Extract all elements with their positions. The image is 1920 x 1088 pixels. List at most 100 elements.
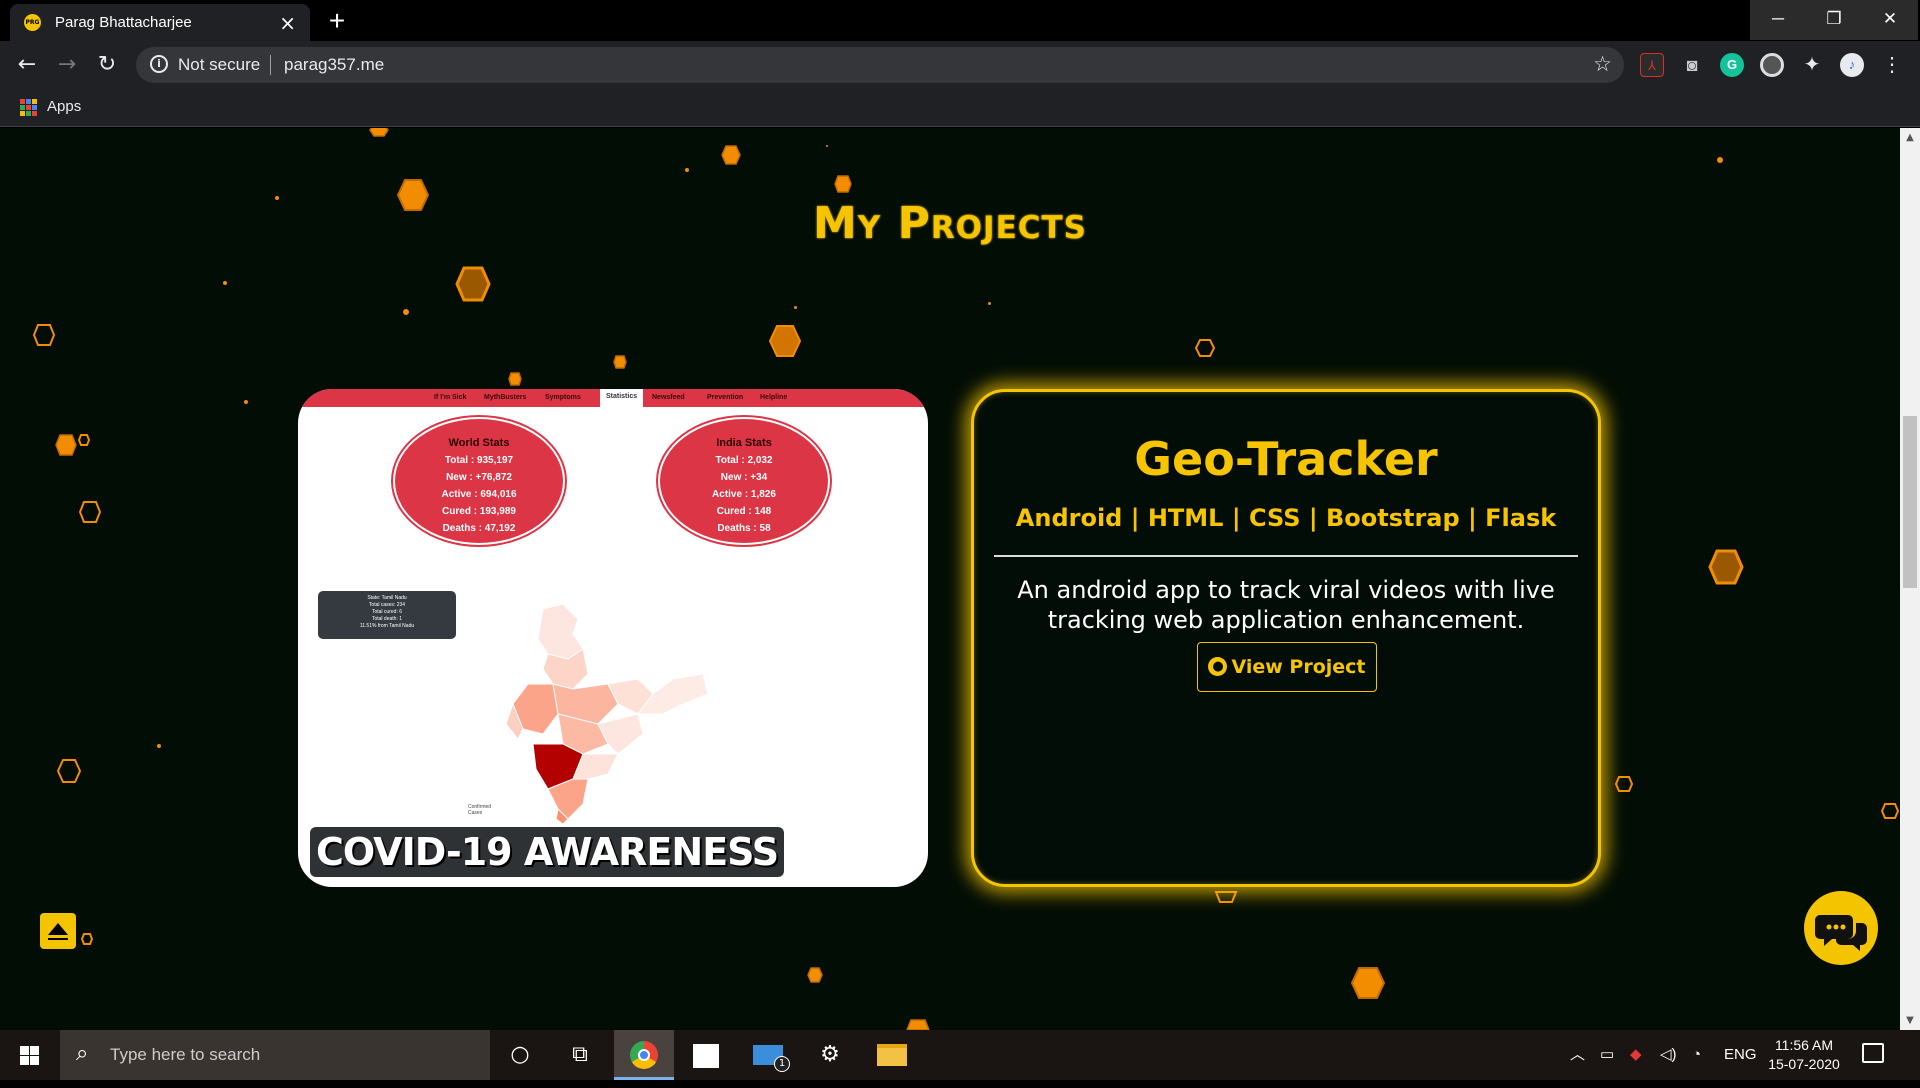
scrollbar-thumb[interactable] xyxy=(1903,416,1917,588)
window-minimize-button[interactable]: ─ xyxy=(1750,0,1806,40)
address-bar[interactable]: i Not secure parag357.me ☆ xyxy=(136,47,1624,83)
map-tooltip: State: Tamil Nadu Total cases: 234 Total… xyxy=(318,591,456,639)
tab-strip: PRG Parag Bhattacharjee × + ─ ❐ ✕ xyxy=(0,0,1920,41)
apps-bookmark[interactable]: Apps xyxy=(47,98,81,115)
hexagon-decoration xyxy=(807,967,823,983)
particle-dot xyxy=(988,302,991,305)
hexagon-outline-decoration xyxy=(1214,891,1238,903)
camera-extension-icon[interactable]: ◙ xyxy=(1680,53,1704,77)
site-info-icon[interactable]: i xyxy=(150,55,168,73)
hexagon-outline-decoration xyxy=(32,324,56,346)
particle-dot xyxy=(157,744,161,748)
scroll-up-arrow-icon[interactable]: ▲ xyxy=(1900,132,1920,143)
project-info-card: Geo-Tracker Android | HTML | CSS | Boots… xyxy=(971,389,1601,887)
pdf-extension-icon[interactable]: ⅄ xyxy=(1640,53,1664,77)
tab-close-icon[interactable]: × xyxy=(279,11,296,35)
section-title: My Projects xyxy=(813,198,1087,249)
screenshot-nav-link: If I'm Sick xyxy=(434,394,467,401)
particle-dot xyxy=(826,145,828,147)
hexagon-outline-decoration xyxy=(77,434,91,446)
project-image-card[interactable]: If I'm Sick MythBusters Symptoms Statistics… xyxy=(298,389,928,887)
reload-icon[interactable]: ↻ xyxy=(92,50,122,80)
chat-bubbles-icon xyxy=(1815,915,1867,951)
project-title: Geo-Tracker xyxy=(1134,432,1438,486)
wifi-icon[interactable]: ◔ xyxy=(1692,1030,1701,1080)
grammarly-extension-icon[interactable]: G xyxy=(1720,53,1744,77)
browser-tab[interactable]: PRG Parag Bhattacharjee × xyxy=(10,4,310,41)
card-divider xyxy=(994,555,1578,557)
window-restore-button[interactable]: ❐ xyxy=(1806,0,1862,40)
hexagon-decoration xyxy=(369,128,389,137)
security-label: Not secure xyxy=(178,55,261,74)
chat-button[interactable] xyxy=(1804,891,1878,965)
search-placeholder: Type here to search xyxy=(110,1045,261,1064)
record-extension-icon[interactable] xyxy=(1760,53,1784,77)
cortana-icon[interactable]: ○ xyxy=(490,1030,550,1080)
hexagon-outline-decoration xyxy=(1880,803,1900,819)
back-icon[interactable]: ← xyxy=(12,50,42,80)
page-viewport: My Projects If I'm Sick MythBusters Sympto… xyxy=(0,128,1900,1030)
volume-icon[interactable]: ◁) xyxy=(1660,1030,1677,1080)
screenshot-nav-link: Statistics xyxy=(600,389,644,407)
menu-dots-icon[interactable]: ⋮ xyxy=(1880,53,1904,77)
hexagon-decoration xyxy=(721,145,741,165)
scroll-down-arrow-icon[interactable]: ▼ xyxy=(1900,1015,1920,1026)
scroll-to-top-button[interactable] xyxy=(40,913,76,949)
india-stat-line: Total : 2,032 xyxy=(715,455,773,466)
india-stat-line: New : +34 xyxy=(720,472,768,483)
new-tab-button[interactable]: + xyxy=(320,4,354,38)
hexagon-decoration xyxy=(906,1019,930,1030)
github-icon: ● xyxy=(1208,656,1228,676)
mail-taskbar-icon[interactable]: 1 xyxy=(738,1030,798,1080)
hexagon-outline-decoration xyxy=(56,759,82,783)
file-explorer-taskbar-icon[interactable] xyxy=(862,1030,922,1080)
screenshot-navbar: If I'm Sick MythBusters Symptoms Statistics… xyxy=(298,389,928,407)
screenshot-nav-link: Prevention xyxy=(707,394,744,401)
project-description: An android app to track viral videos wit… xyxy=(1017,576,1555,634)
notifications-icon[interactable] xyxy=(1862,1043,1884,1063)
world-stat-line: Deaths : 47,192 xyxy=(442,523,516,534)
battery-icon[interactable]: ▭ xyxy=(1600,1030,1614,1080)
india-stats-heading: India Stats xyxy=(716,437,772,449)
project-tech-stack: Android | HTML | CSS | Bootstrap | Flask xyxy=(1015,504,1557,532)
hexagon-decoration xyxy=(455,266,491,302)
forward-icon[interactable]: → xyxy=(52,50,82,80)
extensions-puzzle-icon[interactable]: ✦ xyxy=(1800,53,1824,77)
window-close-button[interactable]: ✕ xyxy=(1862,0,1918,40)
taskbar-clock[interactable]: 11:56 AM 15-07-2020 xyxy=(1764,1036,1844,1074)
tooltip-line: 11.51% from Tamil Nadu xyxy=(359,623,415,629)
tray-chevron-icon[interactable]: ︿ xyxy=(1570,1030,1585,1080)
hexagon-outline-decoration xyxy=(80,933,94,945)
hexagon-decoration xyxy=(508,372,522,386)
url-text[interactable]: parag357.me xyxy=(284,55,384,75)
view-project-label: View Project xyxy=(1231,656,1366,678)
settings-gear-icon[interactable]: ⚙ xyxy=(800,1030,860,1080)
task-view-icon[interactable]: ⧉ xyxy=(550,1030,610,1080)
india-stat-line: Deaths : 58 xyxy=(717,523,771,534)
apps-grid-icon[interactable] xyxy=(20,99,37,116)
bookmark-star-icon[interactable]: ☆ xyxy=(1593,52,1612,76)
page-scrollbar[interactable]: ▲ ▼ xyxy=(1900,128,1920,1030)
particle-dot xyxy=(1717,157,1723,163)
chrome-taskbar-icon[interactable] xyxy=(614,1030,674,1080)
project-image-caption: COVID-19 AWARENESS xyxy=(310,827,785,877)
world-stat-line: Active : 694,016 xyxy=(441,489,517,500)
profile-avatar[interactable]: ♪ xyxy=(1840,53,1864,77)
hexagon-decoration xyxy=(55,434,77,456)
tab-title: Parag Bhattacharjee xyxy=(55,14,192,31)
screenshot-nav-link: MythBusters xyxy=(484,394,527,401)
view-project-button[interactable]: ● View Project xyxy=(1197,642,1377,692)
particle-dot xyxy=(403,309,409,315)
hexagon-decoration xyxy=(613,355,627,369)
taskbar-search-box[interactable]: ⌕ Type here to search xyxy=(60,1030,490,1080)
hexagon-outline-decoration xyxy=(1194,339,1216,357)
india-stat-line: Cured : 148 xyxy=(716,506,772,517)
windows-start-button[interactable] xyxy=(0,1030,60,1080)
screenshot-nav-link: Newsfeed xyxy=(652,394,685,401)
clock-time: 11:56 AM xyxy=(1774,1037,1834,1053)
store-taskbar-icon[interactable] xyxy=(676,1030,736,1080)
world-stats-heading: World Stats xyxy=(448,437,510,449)
mcafee-icon[interactable]: ◆ xyxy=(1630,1030,1642,1080)
language-indicator[interactable]: ENG xyxy=(1724,1030,1757,1080)
tooltip-line: Total cases: 234 xyxy=(368,602,406,608)
